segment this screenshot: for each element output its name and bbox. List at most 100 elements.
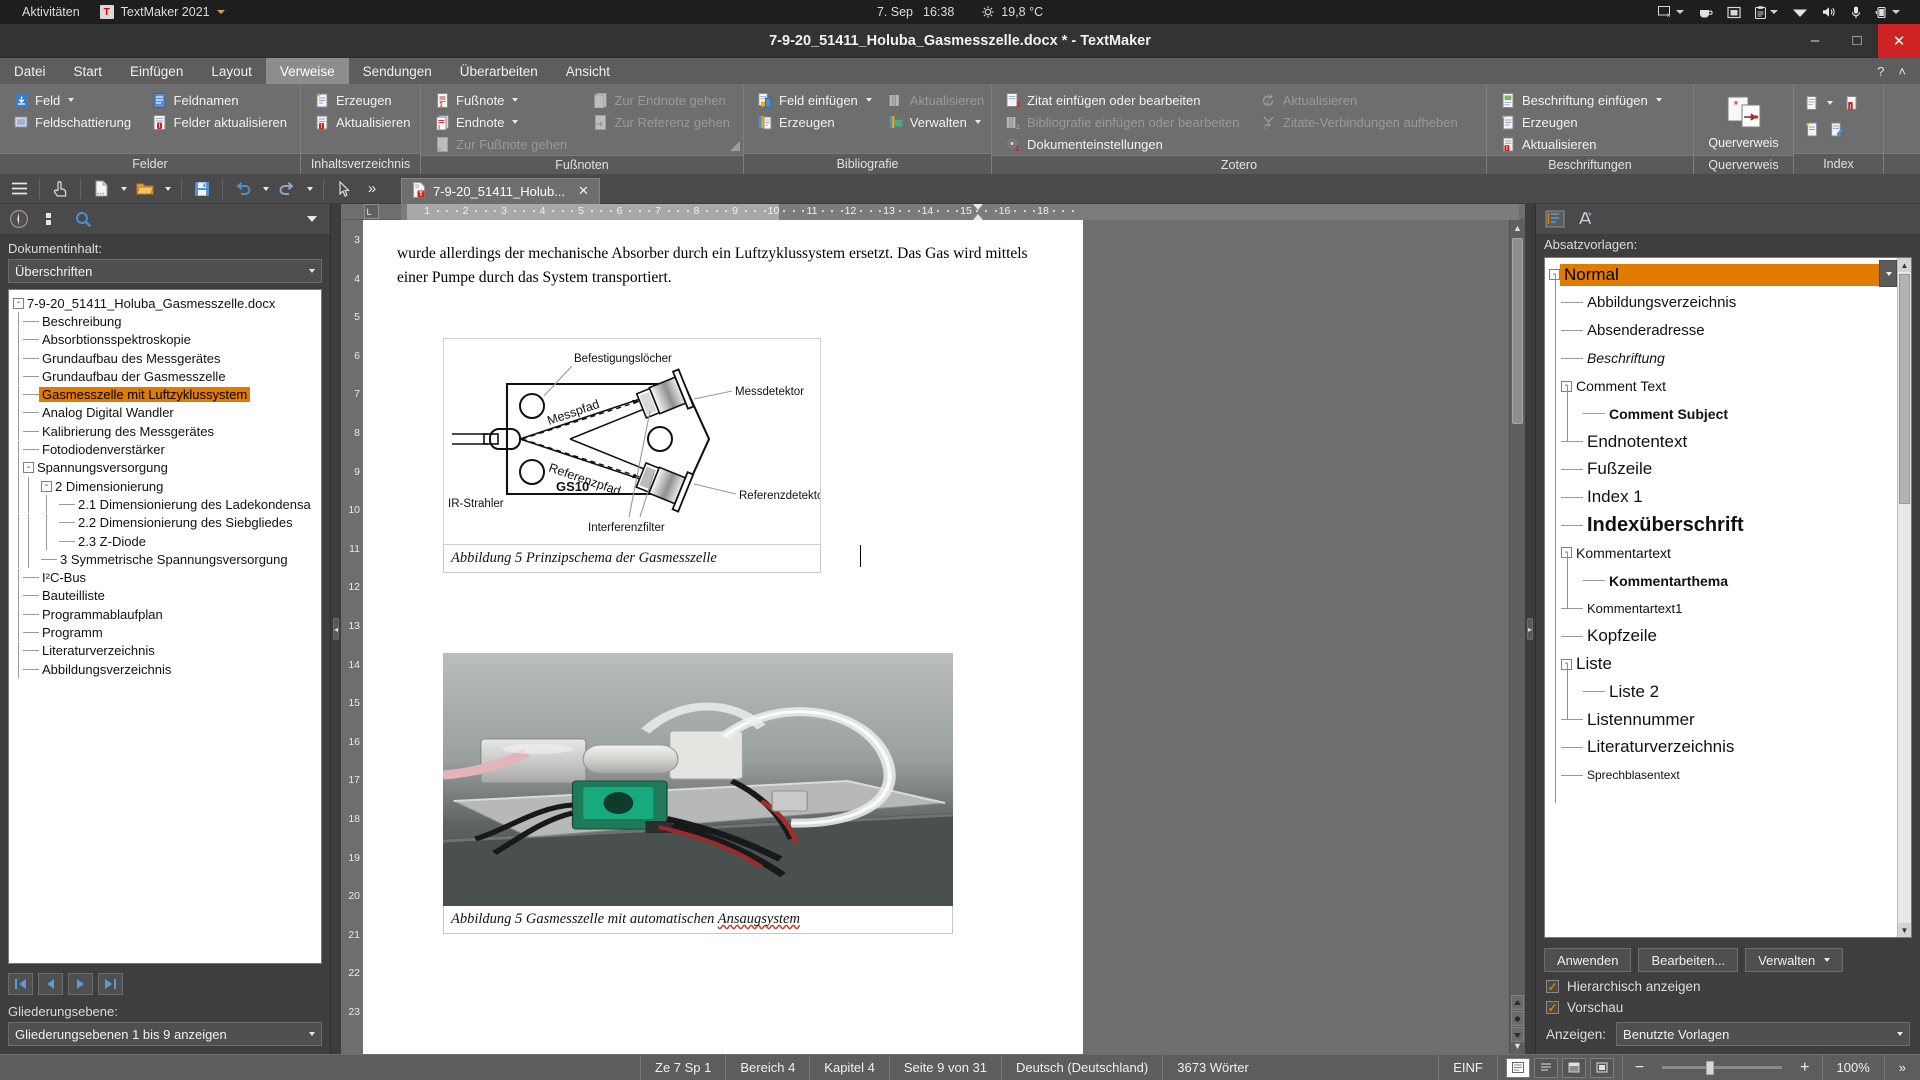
select-browse-object-button[interactable] — [1511, 1011, 1524, 1026]
coffee-cup-icon[interactable] — [1692, 0, 1719, 24]
ribbon-biblio-verwalten-button[interactable]: Verwalten — [881, 111, 991, 133]
zoom-slider-thumb[interactable] — [1706, 1060, 1715, 1075]
new-document-dropdown-icon[interactable] — [116, 177, 130, 201]
outline-tree-item[interactable]: Grundaufbau des Messgerätes — [13, 349, 321, 368]
style-tree-item[interactable]: Endnotentext — [1545, 413, 1897, 470]
style-tree-item[interactable]: Listennummer — [1545, 691, 1897, 748]
outline-tree-item[interactable]: Bauteilliste — [13, 586, 321, 605]
volume-icon[interactable] — [1816, 0, 1843, 24]
close-icon[interactable]: ✕ — [578, 183, 589, 199]
ribbon-felder-aktualisieren-button[interactable]: ! Felder aktualisieren — [145, 111, 294, 133]
status-chapter[interactable]: Kapitel 4 — [809, 1054, 889, 1080]
redo-dropdown-icon[interactable] — [302, 177, 316, 201]
ruler-track[interactable]: 1 2 3 4 5 6 7 8 9 10 11 12 13 14 15 16 18 — [401, 203, 1519, 220]
open-folder-dropdown-icon[interactable] — [160, 177, 174, 201]
document-paragraph[interactable]: wurde allerdings der mechanische Absorbe… — [397, 242, 1049, 290]
outline-tree-item[interactable]: Kalibrierung des Messgerätes — [13, 422, 321, 441]
menu-verweise[interactable]: Verweise — [265, 58, 349, 84]
navigator-search-icon[interactable] — [72, 208, 94, 230]
collapse-ribbon-icon[interactable]: ˄ — [1898, 64, 1906, 79]
ribbon-index-update-button[interactable]: ! — [1840, 92, 1862, 114]
style-tree-item[interactable]: -Liste — [1545, 636, 1897, 692]
style-tree-item[interactable]: Absenderadresse — [1545, 302, 1897, 359]
gasmesszelle-photo-figure[interactable] — [443, 653, 953, 907]
battery-icon[interactable] — [1869, 0, 1906, 24]
close-button[interactable]: ✕ — [1878, 23, 1920, 58]
outline-tree-item[interactable]: Absorbtionsspektroskopie — [13, 330, 321, 349]
outline-tree-item[interactable]: I²C-Bus — [13, 568, 321, 587]
style-tree-item[interactable]: -Normal — [1545, 261, 1897, 289]
zoom-out-button[interactable]: − — [1627, 1059, 1652, 1077]
status-word-count[interactable]: 3673 Wörter — [1162, 1054, 1263, 1080]
styles-scrollbar[interactable]: ▲ ▼ — [1897, 258, 1911, 937]
outline-tree-item[interactable]: -7-9-20_51411_Holuba_Gasmesszelle.docx — [13, 294, 321, 312]
chevron-down-icon[interactable] — [865, 98, 872, 102]
ribbon-index-create-button[interactable]: + — [1800, 118, 1822, 140]
ribbon-beschriftung-erzeugen-button[interactable]: + Erzeugen — [1493, 111, 1687, 133]
screen-off-icon[interactable]: x — [1652, 0, 1690, 24]
style-row-dropdown-button[interactable] — [1879, 260, 1897, 287]
style-tree-item[interactable]: -Kommentartext — [1545, 524, 1897, 581]
ribbon-index-entry-button[interactable] — [1800, 92, 1836, 114]
hierarchical-checkbox-row[interactable]: ✓ Hierarchisch anzeigen — [1536, 976, 1920, 997]
style-tree-item[interactable]: Fußzeile — [1545, 441, 1897, 498]
clipboard-icon[interactable] — [1749, 0, 1784, 24]
menu-sendungen[interactable]: Sendungen — [349, 58, 446, 84]
ribbon-feld-einfuegen-button[interactable]: Feld einfügen — [750, 89, 879, 111]
ribbon-biblio-erzeugen-button[interactable]: Erzeugen — [750, 111, 879, 133]
wifi-icon[interactable] — [1786, 0, 1814, 24]
scroll-down-icon[interactable]: ▼ — [1898, 923, 1911, 937]
outline-tree-item[interactable]: Analog Digital Wandler — [13, 403, 321, 422]
outline-tree-item[interactable]: Programm — [13, 623, 321, 642]
navigator-list-icon[interactable] — [40, 208, 62, 230]
screencast-icon[interactable] — [1721, 0, 1747, 24]
style-tree-item[interactable]: Liste 2 — [1545, 663, 1897, 720]
style-tree-item[interactable]: Comment Subject — [1545, 385, 1897, 442]
vertical-scrollbar-thumb[interactable] — [1512, 238, 1523, 424]
style-tree-item[interactable]: Sprechblasentext — [1545, 747, 1897, 804]
outline-tree-item[interactable]: Abbildungsverzeichnis — [13, 660, 321, 679]
menu-datei[interactable]: Datei — [0, 58, 60, 84]
outline-tree-item[interactable]: Beschreibung — [13, 312, 321, 331]
outline-tree-item[interactable]: 3 Symmetrische Spannungsversorgung — [13, 550, 321, 569]
minimize-button[interactable]: – — [1794, 24, 1836, 58]
style-tree-item[interactable]: Abbildungsverzeichnis — [1545, 274, 1897, 331]
scroll-up-icon[interactable]: ▲ — [1898, 258, 1911, 272]
last-page-button[interactable] — [98, 973, 123, 995]
outline-tree-item[interactable]: Gasmesszelle mit Luftzyklussystem — [13, 385, 321, 404]
chevron-down-icon[interactable] — [1655, 98, 1662, 102]
undo-dropdown-icon[interactable] — [258, 177, 272, 201]
style-tree-item[interactable]: Index 1 — [1545, 469, 1897, 526]
redo-icon[interactable] — [274, 177, 300, 201]
ribbon-beschriftung-aktualisieren-button[interactable]: ! Aktualisieren — [1493, 133, 1687, 155]
style-tree-item[interactable]: Indexüberschrift — [1545, 497, 1897, 553]
status-language[interactable]: Deutsch (Deutschland) — [1001, 1054, 1162, 1080]
ribbon-feldnamen-button[interactable]: Feldnamen — [145, 89, 294, 111]
ribbon-toc-erzeugen-button[interactable]: + Erzeugen — [307, 89, 417, 111]
document-page[interactable]: wurde allerdings der mechanische Absorbe… — [363, 220, 1083, 1054]
horizontal-ruler[interactable]: L 1 2 3 4 5 6 7 8 9 10 11 12 13 14 15 16 18 — [341, 203, 1525, 220]
view-normal-button[interactable] — [1533, 1057, 1558, 1078]
tree-toggle-icon[interactable]: - — [23, 462, 34, 474]
ribbon-querverweis-button[interactable]: * Querverweis — [1700, 89, 1787, 155]
vertical-ruler[interactable]: 3 4 5 6 7 8 9 10 11 12 13 14 15 16 17 18 19 20 21 22 23 — [341, 220, 363, 1054]
menu-layout[interactable]: Layout — [197, 58, 266, 84]
menu-ansicht[interactable]: Ansicht — [552, 58, 624, 84]
navigator-compass-icon[interactable] — [8, 208, 30, 230]
ribbon-endnote-button[interactable]: i Endnote — [427, 111, 583, 133]
document-outline-tree[interactable]: -7-9-20_51411_Holuba_Gasmesszelle.docx Be… — [8, 289, 322, 964]
touch-mode-icon[interactable] — [47, 177, 73, 201]
ribbon-toc-aktualisieren-button[interactable]: ! Aktualisieren — [307, 111, 417, 133]
edit-style-button[interactable]: Bearbeiten... — [1638, 948, 1739, 972]
ribbon-beschriftung-einfuegen-button[interactable]: Beschriftung einfügen — [1493, 89, 1687, 111]
chevron-down-icon[interactable] — [512, 98, 519, 102]
chevron-down-icon[interactable] — [974, 120, 981, 124]
preview-checkbox[interactable]: ✓ — [1546, 1001, 1559, 1015]
style-character-icon[interactable] — [1574, 208, 1596, 230]
figure-caption-1[interactable]: Abbildung 5 Prinzipschema der Gasmesszel… — [443, 544, 821, 574]
zoom-in-button[interactable]: + — [1792, 1059, 1817, 1077]
scroll-up-icon[interactable]: ▲ — [1510, 220, 1525, 236]
pointer-icon[interactable] — [331, 177, 357, 201]
next-page-button[interactable] — [68, 973, 93, 995]
chevron-down-icon[interactable] — [1827, 101, 1833, 105]
